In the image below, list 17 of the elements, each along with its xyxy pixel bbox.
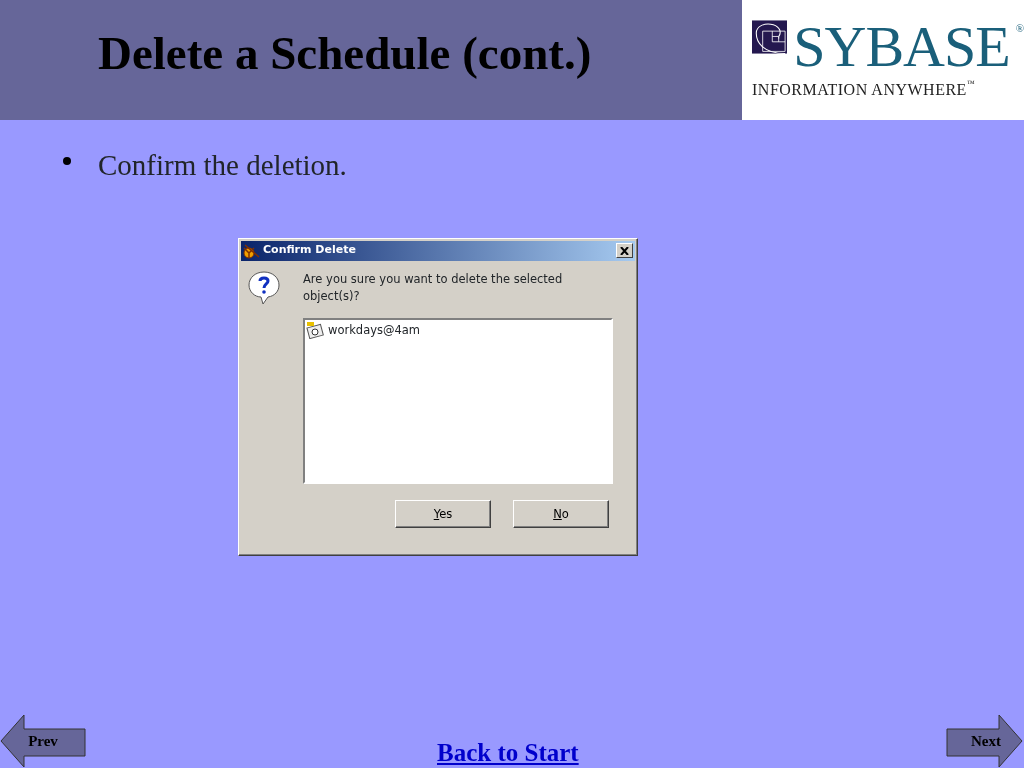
dialog-button[interactable]: Yes: [395, 500, 491, 529]
schedule-icon: [306, 321, 326, 340]
tagline: INFORMATION ANYWHERE: [752, 80, 967, 100]
wordmark: SYBASE: [793, 18, 1010, 76]
list-item[interactable]: workdays@4am: [328, 321, 421, 339]
back-to-start-link[interactable]: Back to Start: [437, 734, 579, 768]
trademark-mark: ™: [966, 78, 975, 90]
bullet-text: Confirm the deletion.: [98, 148, 347, 183]
dialog-title: Confirm Delete: [263, 242, 357, 259]
dialog-button[interactable]: No: [513, 500, 609, 529]
question-icon: [247, 269, 281, 306]
slide-title: Delete a Schedule (cont.): [97, 26, 593, 81]
registered-mark: ®: [1015, 21, 1024, 36]
prev-button[interactable]: Prev: [0, 714, 86, 768]
close-icon: [620, 246, 629, 255]
close-button[interactable]: [616, 243, 633, 258]
message-text: Are you sure you want to delete the selected object(s)?: [303, 270, 564, 306]
